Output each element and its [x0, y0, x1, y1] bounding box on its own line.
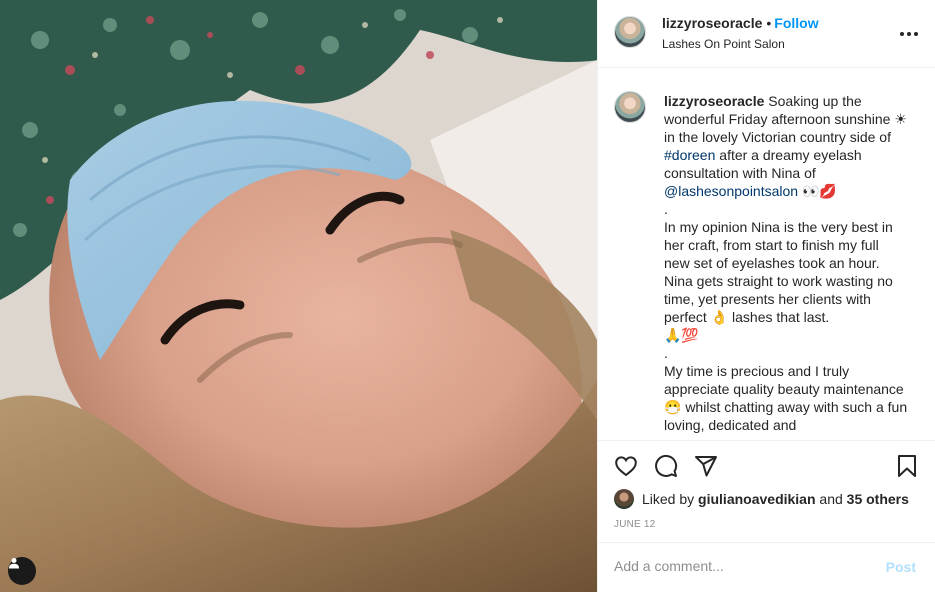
follow-button[interactable]: Follow	[774, 15, 818, 31]
more-options-icon	[899, 32, 920, 36]
likes-count-link[interactable]: 35 others	[847, 491, 909, 507]
post-photo[interactable]	[0, 0, 597, 592]
comments-section[interactable]: lizzyroseoracle Soaking up the wonderful…	[598, 69, 935, 439]
user-tags-button[interactable]	[8, 557, 36, 585]
likes-middle: and	[815, 491, 847, 507]
post-header: lizzyroseoracle • Follow Lashes On Point S…	[598, 0, 935, 68]
save-button[interactable]	[893, 453, 921, 481]
liker-avatar[interactable]	[614, 489, 634, 509]
photo-illustration	[0, 0, 597, 592]
liker-username[interactable]: giulianoavedikian	[698, 491, 815, 507]
likes-prefix: Liked by	[642, 491, 699, 507]
share-button[interactable]	[692, 453, 720, 481]
add-comment-form: Post	[598, 542, 935, 592]
likes-text: Liked by giulianoavedikian and 35 others	[642, 491, 909, 507]
separator-dot: •	[766, 15, 772, 31]
caption-paragraph: In my opinion Nina is the very best in h…	[664, 219, 893, 325]
comment-button[interactable]	[652, 453, 680, 481]
more-options-button[interactable]	[897, 22, 921, 46]
caption-emojis: 👀💋	[798, 183, 837, 199]
hashtag-link[interactable]: #doreen	[664, 147, 715, 163]
post-location[interactable]: Lashes On Point Salon	[662, 37, 819, 51]
post-side-panel: lizzyroseoracle • Follow Lashes On Point S…	[597, 0, 935, 592]
author-avatar[interactable]	[614, 16, 646, 48]
like-button[interactable]	[612, 453, 640, 481]
paper-plane-icon	[694, 454, 718, 481]
heart-icon	[614, 454, 638, 481]
caption-paragraph: My time is precious and I truly apprecia…	[664, 363, 908, 433]
caption-text: lizzyroseoracle Soaking up the wonderful…	[664, 92, 908, 434]
post-comment-button[interactable]: Post	[886, 559, 916, 575]
caption-dot: .	[664, 201, 668, 217]
caption-author-avatar[interactable]	[614, 91, 646, 123]
bookmark-icon	[895, 454, 919, 481]
caption-username[interactable]: lizzyroseoracle	[664, 93, 764, 109]
caption-dot: .	[664, 345, 668, 361]
author-username[interactable]: lizzyroseoracle	[662, 15, 762, 31]
author-info: lizzyroseoracle • Follow Lashes On Point S…	[662, 15, 819, 51]
post-date[interactable]: JUNE 12	[614, 519, 655, 530]
likes-summary: Liked by giulianoavedikian and 35 others	[614, 489, 909, 509]
comment-input[interactable]	[614, 558, 864, 574]
comment-icon	[654, 454, 678, 481]
caption-emojis: 🙏💯	[664, 327, 699, 343]
mention-link[interactable]: @lashesonpointsalon	[664, 183, 798, 199]
post-actions: Liked by giulianoavedikian and 35 others…	[598, 440, 935, 592]
